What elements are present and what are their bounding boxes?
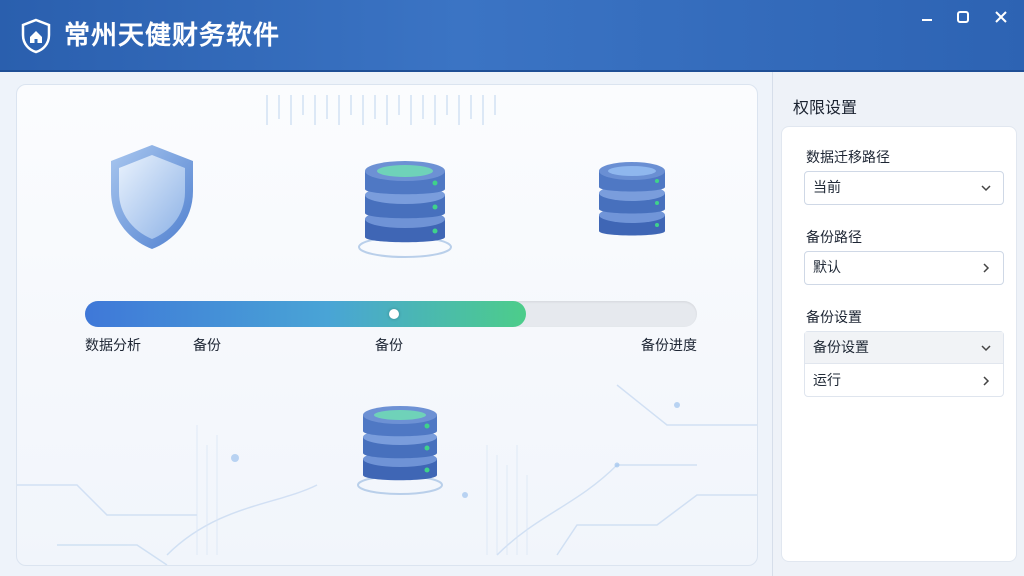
panel-title: 权限设置 — [793, 98, 858, 117]
step-label-backup-progress: 备份进度 — [641, 338, 697, 354]
list-item-backup-settings[interactable]: 备份设置 — [805, 332, 1003, 364]
list-item-label: 备份设置 — [813, 340, 869, 356]
minimize-button[interactable] — [916, 6, 938, 28]
backup-path-selector[interactable]: 默认 — [804, 251, 1004, 285]
server-illustration — [599, 162, 665, 236]
minimize-icon — [922, 19, 932, 21]
dropdown-value: 当前 — [813, 180, 841, 196]
settings-card: 数据迁移路径 当前 备份路径 默认 备份设置 备份设置 运行 — [781, 126, 1017, 562]
database-illustration-bottom — [357, 406, 443, 495]
chevron-right-icon — [983, 376, 990, 386]
backup-main-panel: 数据分析 备份 备份 备份进度 — [16, 84, 758, 566]
progress-fill — [85, 301, 526, 327]
selector-value: 默认 — [813, 260, 841, 276]
permission-settings-panel: 权限设置 数据迁移路径 当前 备份路径 默认 备份设置 备份设置 运行 — [772, 72, 1024, 576]
backup-settings-list: 备份设置 运行 — [804, 331, 1004, 397]
backup-progress-bar[interactable] — [85, 301, 697, 327]
migration-path-dropdown[interactable]: 当前 — [804, 171, 1004, 205]
title-bar: 常州天健财务软件 — [0, 0, 1024, 72]
maximize-button[interactable] — [952, 6, 974, 28]
close-button[interactable] — [990, 6, 1012, 28]
field-label-migration-path: 数据迁移路径 — [806, 150, 890, 166]
step-label-backup-2: 备份 — [375, 338, 403, 354]
database-illustration — [358, 161, 452, 258]
chevron-right-icon — [983, 263, 990, 273]
chevron-down-icon — [981, 345, 991, 352]
list-item-run[interactable]: 运行 — [805, 365, 1003, 397]
group-label-backup-settings: 备份设置 — [806, 310, 862, 326]
progress-knob[interactable] — [389, 309, 400, 319]
step-label-backup-1: 备份 — [193, 338, 221, 354]
chevron-down-icon — [981, 185, 991, 192]
restore-icon — [957, 11, 969, 23]
app-title: 常州天健财务软件 — [64, 21, 281, 51]
close-icon — [995, 11, 1007, 23]
shield-illustration — [111, 145, 193, 249]
list-item-label: 运行 — [813, 373, 841, 389]
step-label-analysis: 数据分析 — [85, 338, 141, 354]
shield-home-icon — [21, 18, 51, 54]
field-label-backup-path: 备份路径 — [806, 230, 862, 246]
